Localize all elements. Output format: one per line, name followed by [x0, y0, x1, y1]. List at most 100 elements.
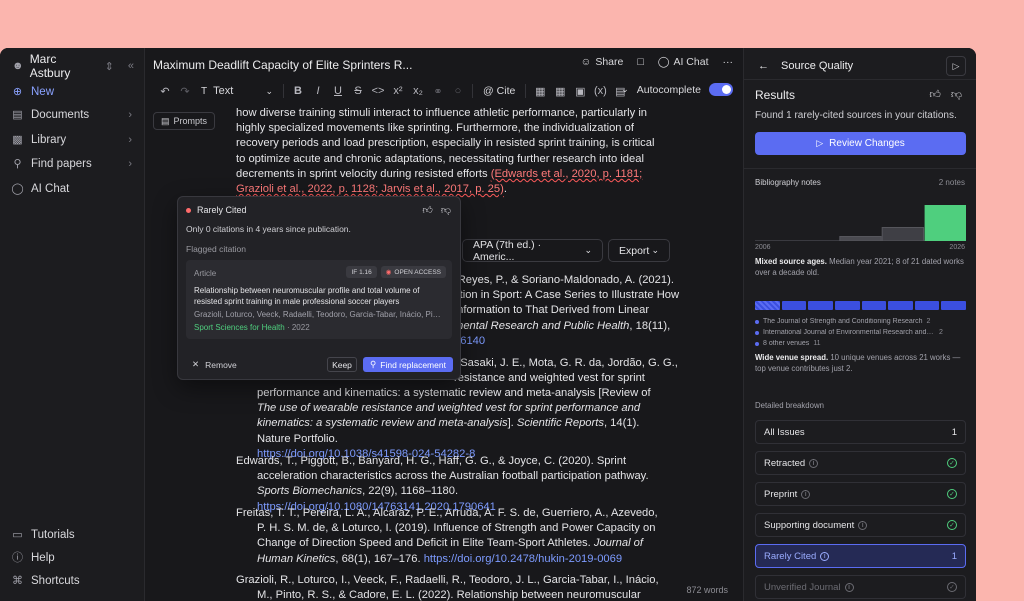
thumbs-up-icon[interactable]: 👍︎ [422, 204, 432, 216]
article-card[interactable]: Article IF 1.16 ◉ OPEN ACCESS Relationshi… [186, 260, 452, 339]
share-button[interactable]: ☺ Share [581, 56, 624, 68]
code-block-icon[interactable]: ▣ [570, 85, 590, 98]
check-circle-icon: ✓ [947, 520, 957, 530]
user-switcher[interactable]: ☻ Marc Astbury ⇕ « [12, 52, 134, 80]
panel-title: Source Quality [781, 60, 854, 72]
sidebar: ☻ Marc Astbury ⇕ « ⊕ New ▤ Documents › ▩… [0, 48, 145, 601]
chart-axis-start: 2006 [755, 244, 771, 251]
info-icon[interactable]: i [820, 551, 830, 561]
users-icon: ☺ [580, 56, 592, 68]
review-changes-button[interactable]: ▷ Review Changes [755, 132, 966, 155]
info-icon[interactable]: i [809, 458, 819, 468]
info-icon[interactable]: i [844, 582, 854, 592]
bold-icon[interactable]: B [288, 85, 308, 97]
reference-item: Freitas, T. T., Pereira, L. A., Alcaráz,… [236, 507, 658, 565]
results-summary: Found 1 rarely-cited sources in your cit… [755, 110, 957, 121]
search-icon: ⚲ [13, 157, 22, 170]
document-title[interactable]: Maximum Deadlift Capacity of Elite Sprin… [153, 58, 412, 72]
sidebar-item-help[interactable]: ⓘ Help [11, 549, 132, 567]
breakdown-retracted[interactable]: Retracted i ✓ [755, 451, 966, 475]
breakdown-supporting-document[interactable]: Supporting document i ✓ [755, 513, 966, 537]
chat-icon: ◯ [11, 182, 24, 195]
superscript-icon[interactable]: x² [388, 85, 408, 97]
thumbs-up-icon[interactable]: 👍︎ [929, 88, 941, 101]
divider [744, 79, 976, 80]
citation-style-select[interactable]: APA (7th ed.) · Americ... ⌄ [462, 239, 603, 263]
sidebar-item-library[interactable]: ▩ Library › [11, 131, 132, 149]
citation-issue-popup: Rarely Cited 👍︎ 👎︎ Only 0 citations in 4… [177, 196, 461, 380]
comments-button[interactable]: □ [637, 56, 643, 68]
strikethrough-icon[interactable]: S [348, 85, 368, 97]
more-icon[interactable]: ··· [723, 56, 734, 68]
venue-item: International Journal of Environmental R… [755, 327, 967, 338]
subscript-icon[interactable]: x₂ [408, 85, 428, 97]
popup-feedback: 👍︎ 👎︎ [422, 204, 451, 216]
thumbs-down-icon[interactable]: 👎︎ [441, 204, 451, 216]
table-icon[interactable]: ▦ [550, 85, 570, 98]
info-icon[interactable]: i [858, 520, 868, 530]
sidebar-item-new[interactable]: ⊕ New [11, 83, 132, 101]
redo-icon[interactable]: ↷ [175, 85, 195, 98]
ai-chat-button[interactable]: ◯ AI Chat [658, 56, 709, 68]
collapse-sidebar-icon[interactable]: « [128, 60, 134, 72]
venue-list: The Journal of Strength and Conditioning… [755, 316, 967, 349]
at-icon: @ [483, 85, 494, 97]
reference-link[interactable]: 16140 [454, 334, 674, 349]
open-access-badge: ◉ OPEN ACCESS [380, 266, 446, 278]
formula-icon[interactable]: (x) [590, 85, 610, 97]
export-button[interactable]: Export ⌄ [608, 239, 670, 262]
keep-button[interactable]: Keep [327, 357, 357, 372]
underline-icon[interactable]: U [328, 85, 348, 97]
undo-icon[interactable]: ↶ [155, 85, 175, 98]
article-tags: IF 1.16 ◉ OPEN ACCESS [346, 266, 446, 278]
word-count: 872 words [686, 585, 728, 595]
italic-icon[interactable]: I [308, 85, 328, 97]
sidebar-item-tutorials[interactable]: ▭ Tutorials [11, 526, 132, 544]
article-title: Relationship between neuromuscular profi… [194, 286, 420, 306]
color-icon[interactable]: ○ [448, 85, 468, 97]
search-icon: ⚲ [370, 359, 377, 369]
play-icon: ▷ [816, 138, 824, 148]
venue-dot [755, 319, 759, 324]
venue-segment [861, 301, 887, 310]
help-icon: ⓘ [12, 551, 23, 564]
body-paragraph[interactable]: how diverse training stimuli interact to… [236, 106, 666, 197]
article-authors: Grazioli, Loturco, Veeck, Radaelli, Teod… [194, 310, 444, 319]
play-icon[interactable]: ▷ [946, 56, 966, 76]
thumbs-down-icon[interactable]: 👎︎ [951, 88, 962, 101]
chevron-down-icon[interactable]: ⌄ [621, 84, 629, 95]
app-window: ☻ Marc Astbury ⇕ « ⊕ New ▤ Documents › ▩… [0, 48, 976, 601]
results-heading: Results [755, 88, 796, 102]
venue-segment [808, 301, 833, 310]
link-icon[interactable]: ⚭ [428, 85, 448, 98]
breakdown-preprint[interactable]: Preprint i ✓ [755, 482, 966, 506]
sidebar-item-ai-chat[interactable]: ◯ AI Chat [11, 180, 132, 198]
user-name: Marc Astbury [29, 52, 71, 80]
sidebar-item-find-papers[interactable]: ⚲ Find papers › [11, 155, 132, 173]
cite-button[interactable]: @ Cite [483, 85, 515, 97]
breakdown-rarely-cited[interactable]: Rarely Cited i 1 [755, 544, 966, 568]
breakdown-unverified-journal[interactable]: Unverified Journal i ✓ [755, 575, 966, 599]
sidebar-item-label: New [31, 86, 55, 98]
info-icon[interactable]: i [801, 489, 811, 499]
breakdown-all-issues[interactable]: All Issues 1 [755, 420, 966, 444]
panel-header: ← Source Quality ▷ [758, 56, 966, 76]
remove-button[interactable]: ✕ Remove [192, 359, 237, 370]
article-kind: Article [194, 269, 217, 278]
impact-factor-badge: IF 1.16 [346, 266, 377, 278]
image-icon[interactable]: ▦ [530, 85, 550, 98]
text-style-select[interactable]: T Text ⌄ [201, 85, 273, 97]
find-replacement-button[interactable]: ⚲ Find replacement [363, 357, 453, 372]
autocomplete-toggle[interactable] [709, 83, 733, 96]
status-dot [186, 207, 191, 213]
sidebar-item-shortcuts[interactable]: ⌘ Shortcuts [11, 572, 132, 590]
toolbar-divider [283, 84, 284, 98]
close-icon: ✕ [192, 359, 200, 369]
back-arrow-icon[interactable]: ← [758, 60, 769, 72]
code-icon[interactable]: <> [368, 85, 388, 97]
sidebar-item-documents[interactable]: ▤ Documents › [11, 106, 132, 124]
flagged-label: Flagged citation [186, 244, 247, 254]
reference-link[interactable]: https://doi.org/10.2478/hukin-2019-0069 [424, 553, 622, 565]
prompts-button[interactable]: ▤ Prompts [153, 112, 216, 130]
updown-chevron-icon[interactable]: ⇕ [105, 60, 114, 73]
